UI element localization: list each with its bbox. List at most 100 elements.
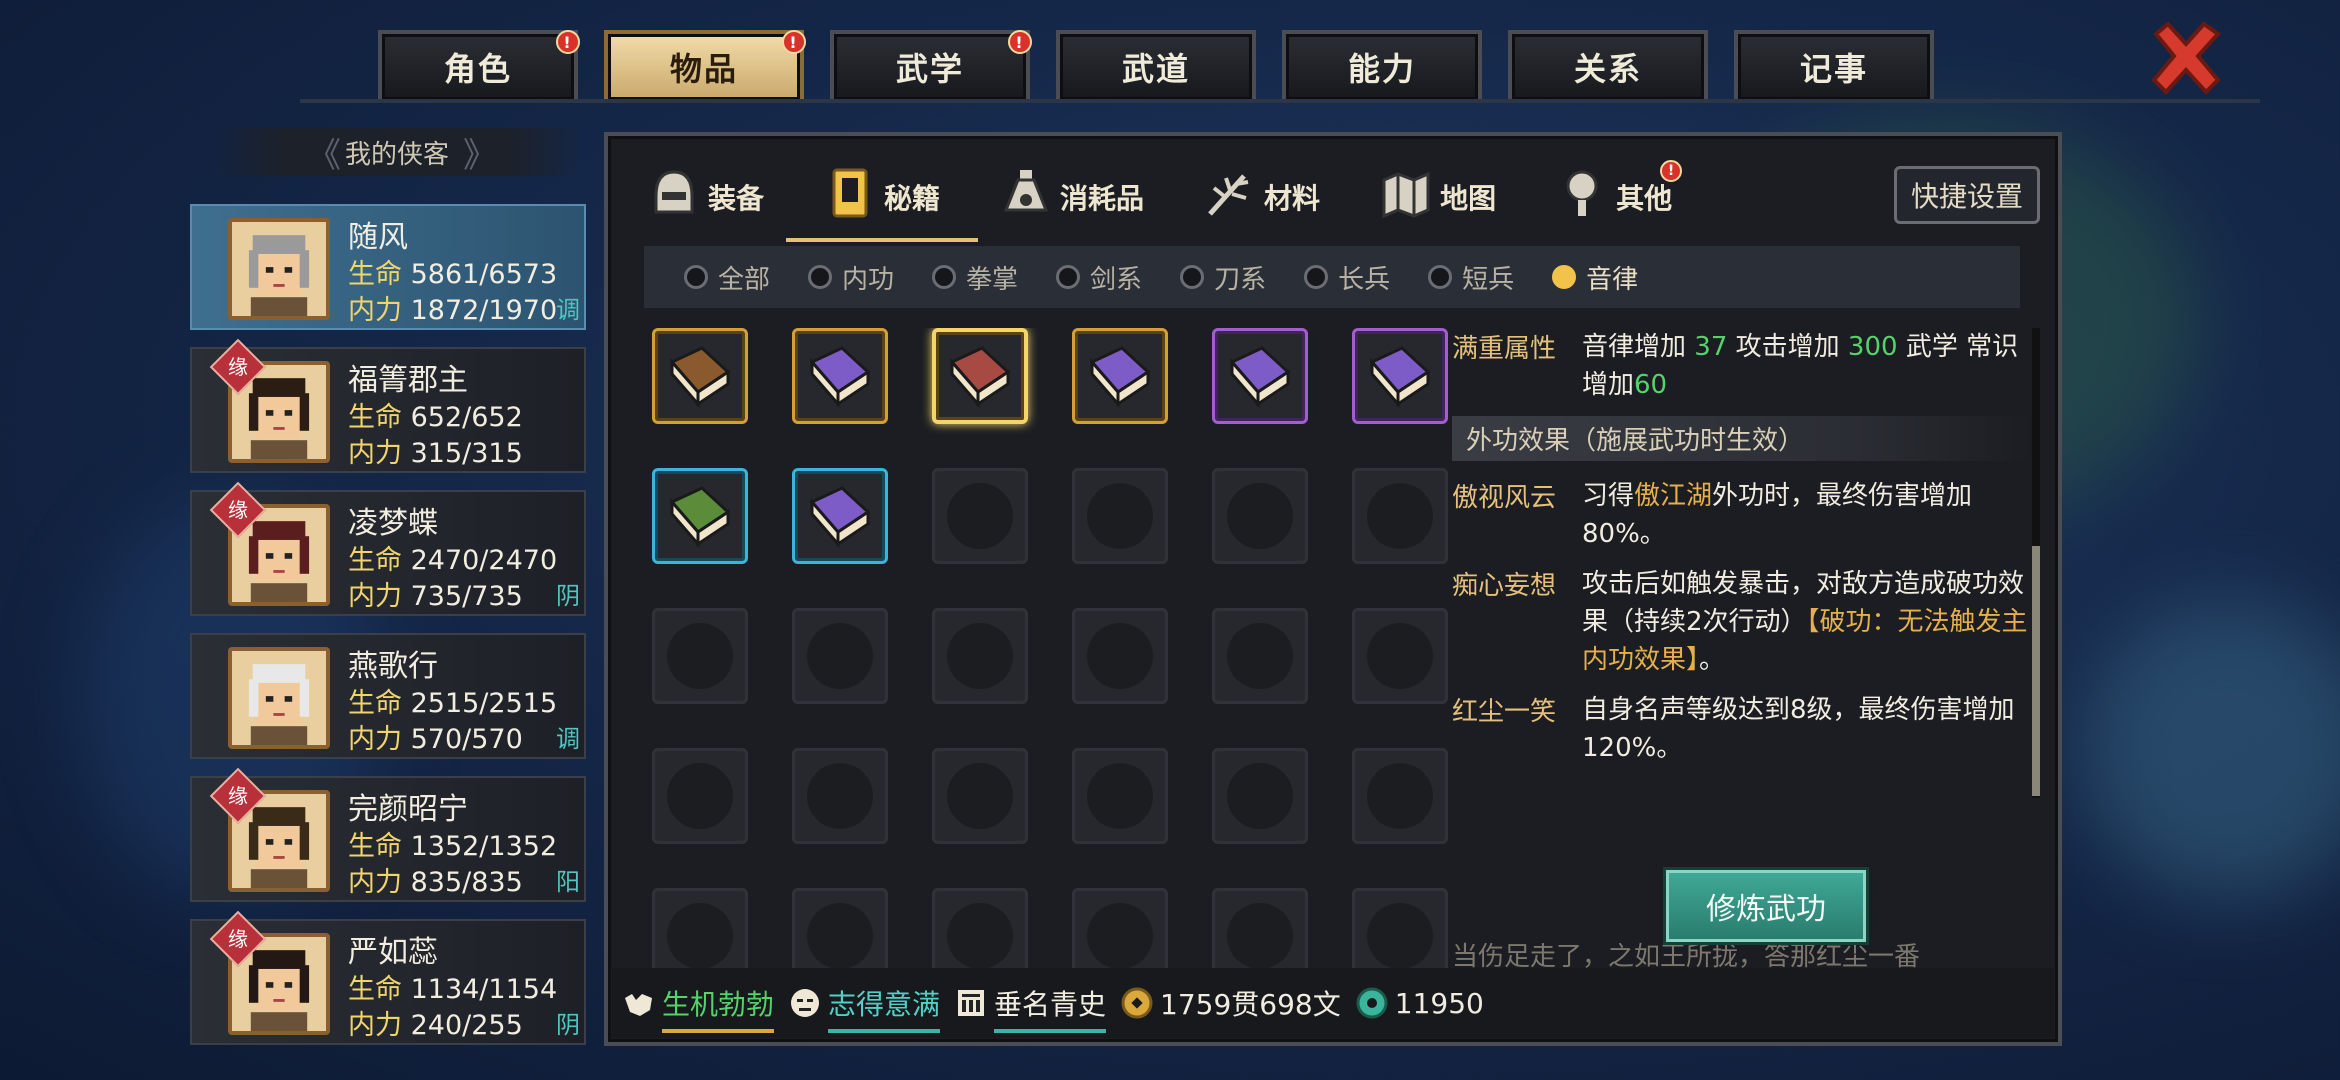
filter-option[interactable]: 刀系: [1180, 259, 1266, 296]
filter-label: 短兵: [1462, 264, 1515, 295]
top-tab-bar: 角色! 物品! 武学! 武道 能力 关系 记事: [378, 30, 1934, 100]
attr-text: 音律增加: [1582, 332, 1687, 362]
empty-slot[interactable]: [1072, 748, 1168, 844]
top-tab-1[interactable]: 物品!: [604, 30, 806, 100]
hero-hp: 生命 2515/2515: [348, 681, 557, 720]
avatar: [232, 651, 326, 745]
hero-tag: 阴: [556, 1011, 580, 1039]
sub-tab-3[interactable]: 材料: [1204, 152, 1320, 242]
mp-label: 内力: [348, 581, 402, 612]
notification-badge: !: [556, 30, 580, 54]
filter-option[interactable]: 音律: [1552, 259, 1638, 296]
top-tab-4[interactable]: 能力: [1282, 30, 1482, 100]
status-mood-label: 志得意满: [828, 988, 941, 1021]
empty-slot[interactable]: [1352, 608, 1448, 704]
hero-card[interactable]: 燕歌行 生命 2515/2515 内力 570/570 调: [190, 633, 586, 759]
filter-option[interactable]: 短兵: [1428, 259, 1514, 296]
effect-desc: 自身名声等级达到8级，最终伤害增加120%。: [1582, 691, 2030, 767]
sub-tab-0[interactable]: 装备: [648, 152, 764, 242]
filter-option[interactable]: 内功: [808, 259, 894, 296]
status-fame-label: 垂名青史: [994, 988, 1107, 1021]
empty-slot[interactable]: [652, 888, 748, 968]
sub-tab-label: 秘籍: [884, 182, 941, 215]
empty-slot[interactable]: [792, 748, 888, 844]
empty-slot[interactable]: [1072, 468, 1168, 564]
empty-slot[interactable]: [1212, 748, 1308, 844]
hero-hp: 生命 652/652: [348, 395, 523, 434]
empty-slot[interactable]: [932, 748, 1028, 844]
top-tab-6[interactable]: 记事: [1734, 30, 1934, 100]
filter-option[interactable]: 剑系: [1056, 259, 1142, 296]
hero-card[interactable]: 缘 福箐郡主 生命 652/652 内力 315/315: [190, 338, 586, 473]
mp-value: 570/570: [410, 724, 523, 755]
empty-slot[interactable]: [1212, 888, 1308, 968]
item-slot[interactable]: [792, 328, 888, 424]
filter-option[interactable]: 全部: [684, 259, 770, 296]
affinity-label: 缘: [228, 355, 248, 379]
top-tab-2[interactable]: 武学!: [830, 30, 1032, 100]
empty-slot[interactable]: [1072, 888, 1168, 968]
notification-badge: !: [1008, 30, 1032, 54]
hero-portrait: [228, 218, 330, 320]
scroll-icon: [958, 990, 985, 1016]
empty-slot[interactable]: [1352, 748, 1448, 844]
empty-slot[interactable]: [1212, 468, 1308, 564]
hp-label: 生命: [348, 688, 402, 719]
hero-name: 福箐郡主: [348, 363, 468, 398]
item-slot[interactable]: [1072, 328, 1168, 424]
item-slot[interactable]: [652, 468, 748, 564]
empty-slot[interactable]: [1072, 608, 1168, 704]
hero-mp: 内力 315/315: [348, 431, 523, 470]
empty-slot[interactable]: [1352, 888, 1448, 968]
hp-value: 1352/1352: [410, 831, 558, 862]
item-slot[interactable]: [652, 328, 748, 424]
item-slot[interactable]: [1352, 328, 1448, 424]
detail-scrollbar-thumb[interactable]: [2032, 546, 2040, 796]
filter-option[interactable]: 长兵: [1304, 259, 1390, 296]
mp-label: 内力: [348, 295, 402, 326]
empty-slot[interactable]: [1352, 468, 1448, 564]
hero-card[interactable]: 随风 生命 5861/6573 内力 1872/1970 调: [190, 204, 586, 330]
item-slot[interactable]: [792, 468, 888, 564]
empty-slot[interactable]: [932, 608, 1028, 704]
empty-slot[interactable]: [1212, 608, 1308, 704]
close-button[interactable]: [2146, 18, 2226, 98]
empty-slot[interactable]: [652, 748, 748, 844]
item-slot[interactable]: [932, 328, 1028, 424]
empty-slot[interactable]: [792, 888, 888, 968]
mp-label: 内力: [348, 724, 402, 755]
radio-icon: [932, 265, 957, 289]
hero-card[interactable]: 缘 凌梦蝶 生命 2470/2470 内力 735/735 阴: [190, 481, 586, 616]
sub-tab-5[interactable]: 其他 !: [1556, 152, 1683, 242]
empty-slot[interactable]: [932, 888, 1028, 968]
empty-slot[interactable]: [932, 468, 1028, 564]
sub-tab-2[interactable]: 消耗品: [1000, 152, 1144, 242]
top-tab-label: 关系: [1573, 50, 1642, 88]
item-slot[interactable]: [1212, 328, 1308, 424]
effect-desc: 习得傲江湖外功时，最终伤害增加80%。: [1582, 477, 2030, 553]
book-icon: [1089, 346, 1151, 409]
inventory-panel: 装备 秘籍 消耗品 材料 地图 其他 ! 快捷设置 全部 内功 拳掌 剑系 刀系 长兵 短兵…: [604, 132, 2062, 1046]
hero-card[interactable]: 缘 完颜昭宁 生命 1352/1352 内力 835/835 阳: [190, 767, 586, 902]
effect-text: 习得: [1582, 481, 1635, 511]
empty-slot[interactable]: [792, 608, 888, 704]
top-tab-0[interactable]: 角色!: [378, 30, 580, 100]
sub-tab-bar: 装备 秘籍 消耗品 材料 地图 其他 !: [648, 152, 1732, 242]
radio-icon: [684, 265, 708, 289]
quick-settings-button[interactable]: 快捷设置: [1894, 166, 2040, 224]
filter-option[interactable]: 拳掌: [932, 259, 1018, 296]
top-tab-5[interactable]: 关系: [1508, 30, 1708, 100]
radio-icon: [1552, 265, 1577, 289]
sub-tab-4[interactable]: 地图: [1380, 152, 1496, 242]
hero-card[interactable]: 缘 严如蕊 生命 1134/1154 内力 240/255 阴: [190, 910, 586, 1045]
status-bar: 生机勃勃 志得意满 垂名青史 1759贯698文 11950: [612, 968, 2054, 1038]
sub-tab-label: 地图: [1440, 182, 1497, 215]
avatar: [232, 222, 326, 316]
top-tab-label: 武学: [895, 50, 964, 88]
train-skill-button[interactable]: 修炼武功: [1666, 870, 1866, 942]
hero-mp: 内力 835/835: [348, 860, 523, 899]
empty-slot[interactable]: [652, 608, 748, 704]
affinity-label: 缘: [228, 498, 248, 522]
sub-tab-1[interactable]: 秘籍: [786, 152, 979, 242]
top-tab-3[interactable]: 武道: [1056, 30, 1256, 100]
